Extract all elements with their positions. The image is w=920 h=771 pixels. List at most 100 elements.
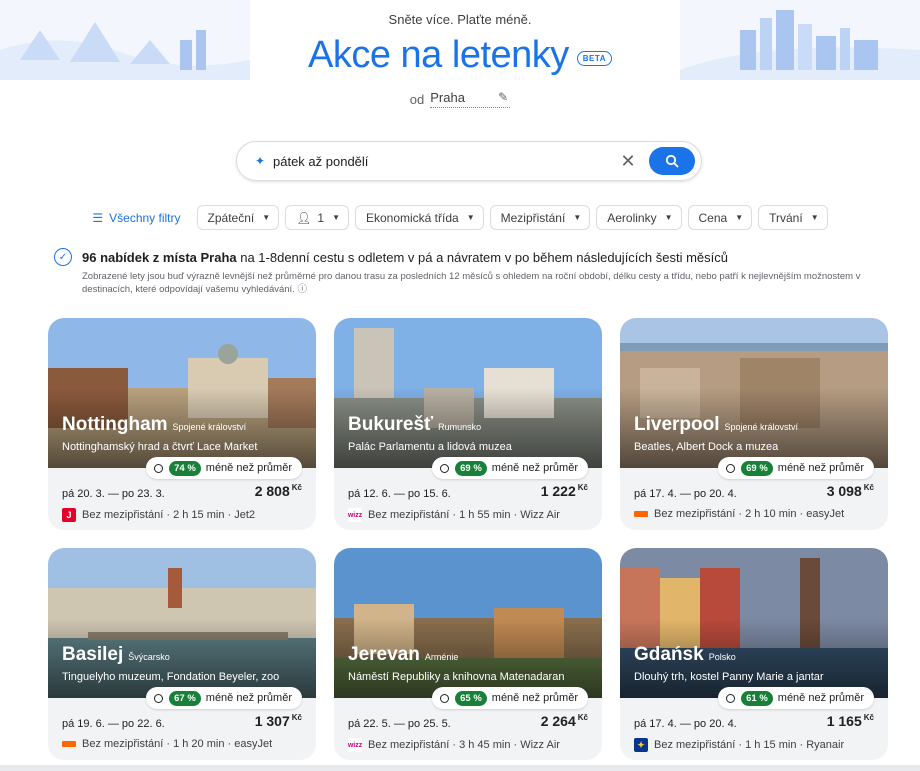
all-filters-button[interactable]: ☰ Všechny filtry — [92, 211, 180, 225]
stops-dropdown[interactable]: Mezipřistání ▼ — [489, 205, 591, 230]
chip-label: Mezipřistání — [500, 210, 566, 225]
currency: Kč — [577, 713, 588, 722]
all-filters-label: Všechny filtry — [109, 210, 181, 225]
chip-label: Aerolinky — [607, 210, 657, 225]
destination-country: Spojené království — [172, 422, 247, 432]
price-value: 1 307 — [254, 713, 290, 729]
flight-details: Bez mezipřistání · 1 h 20 min · easyJet — [82, 738, 273, 750]
airline-logo-icon — [634, 511, 648, 517]
discount-label: méně než průměr — [205, 462, 292, 474]
duration-dropdown[interactable]: Trvání ▼ — [758, 205, 828, 230]
origin-city-field[interactable]: Praha ✎ — [430, 90, 511, 108]
origin-selector[interactable]: od Praha ✎ — [0, 90, 920, 108]
discount-percent: 69 % — [455, 460, 487, 476]
search-button[interactable] — [649, 147, 695, 175]
price-value: 1 165 — [826, 713, 862, 729]
price: 2 808 Kč — [255, 483, 302, 499]
destination-highlights: Beatles, Albert Dock a muzea — [634, 441, 779, 453]
trip-dates: pá 17. 4. — po 20. 4. — [634, 718, 737, 730]
discount-percent: 69 % — [741, 460, 773, 476]
filter-sliders-icon: ☰ — [92, 210, 104, 225]
deal-card[interactable]: Basilej Švýcarsko Tinguelyho muzeum, Fon… — [48, 548, 316, 760]
airline-logo-icon: J — [62, 508, 76, 522]
price-value: 3 098 — [826, 483, 862, 499]
price-value: 1 222 — [540, 483, 576, 499]
airline-logo-icon: wizz — [348, 738, 362, 752]
deal-card[interactable]: Gdańsk Polsko Dlouhý trh, kostel Panny M… — [620, 548, 888, 760]
discount-label: méně než průměr — [491, 692, 578, 704]
results-info: ✓ 96 nabídek z místa Praha na 1-8denní c… — [54, 248, 874, 296]
deals-grid: Nottingham Spojené království Nottingham… — [48, 318, 888, 760]
currency: Kč — [863, 713, 874, 722]
destination-city: Jerevan — [348, 644, 420, 665]
deal-badge: 65 % méně než průměr — [432, 687, 588, 709]
class-dropdown[interactable]: Ekonomická třída ▼ — [354, 205, 484, 230]
chip-label: 1 — [317, 210, 325, 225]
price-dropdown[interactable]: Cena ▼ — [687, 205, 753, 230]
airline-logo-icon: ✦ — [634, 738, 648, 752]
discount-percent: 61 % — [741, 690, 773, 706]
discount-label: méně než průměr — [491, 462, 578, 474]
destination-highlights: Palác Parlamentu a lidová muzea — [348, 441, 512, 453]
deal-card[interactable]: Jerevan Arménie Náměstí Republiky a knih… — [334, 548, 602, 760]
price-value: 2 808 — [254, 483, 290, 499]
deal-badge: 61 % méně než průměr — [718, 687, 874, 709]
result-description: na 1-8denní cestu s odletem v pá a návra… — [236, 249, 729, 265]
result-count: 96 nabídek z místa Praha — [82, 249, 237, 265]
caret-down-icon: ▼ — [466, 213, 475, 222]
trip-dates: pá 19. 6. — po 22. 6. — [62, 718, 165, 730]
summary-text: 96 nabídek z místa Praha na 1-8denní ces… — [82, 250, 728, 265]
beta-badge: BETA — [576, 51, 612, 66]
passengers-dropdown[interactable]: 👤︎ 1 ▼ — [285, 205, 349, 230]
caret-down-icon: ▼ — [735, 213, 744, 222]
caret-down-icon: ▼ — [573, 213, 582, 222]
chip-label: Trvání — [769, 210, 803, 225]
deal-card[interactable]: Liverpool Spojené království Beatles, Al… — [620, 318, 888, 530]
circle-icon — [726, 693, 736, 703]
circle-icon — [440, 463, 450, 473]
trip-type-dropdown[interactable]: Zpáteční ▼ — [196, 205, 280, 230]
circle-icon — [154, 693, 164, 703]
discount-percent: 67 % — [169, 690, 201, 706]
airlines-dropdown[interactable]: Aerolinky ▼ — [596, 205, 682, 230]
destination: Liverpool Spojené království — [634, 414, 798, 436]
price: 3 098 Kč — [827, 483, 874, 499]
deal-badge: 69 % méně než průměr — [432, 457, 588, 479]
trip-dates: pá 17. 4. — po 20. 4. — [634, 488, 737, 500]
destination-country: Rumunsko — [438, 422, 482, 432]
circle-icon — [726, 463, 736, 473]
destination: Jerevan Arménie — [348, 644, 458, 666]
trip-dates: pá 22. 5. — po 25. 5. — [348, 718, 451, 730]
discount-label: méně než průměr — [777, 462, 864, 474]
close-icon[interactable]: ✕ — [615, 151, 641, 172]
currency: Kč — [291, 483, 302, 492]
destination-country: Spojené království — [724, 422, 799, 432]
pencil-icon[interactable]: ✎ — [498, 90, 508, 105]
flight-details: Bez mezipřistání · 2 h 15 min · Jet2 — [82, 509, 256, 521]
search-box[interactable]: ✦ pátek až pondělí ✕ — [236, 141, 702, 181]
destination-city: Basilej — [62, 644, 124, 665]
currency: Kč — [577, 483, 588, 492]
results-disclaimer: Zobrazené lety jsou buď výrazně levnější… — [82, 271, 861, 295]
deal-card[interactable]: Bukurešť Rumunsko Palác Parlamentu a lid… — [334, 318, 602, 530]
price: 1 165 Kč — [827, 713, 874, 729]
caret-down-icon: ▼ — [332, 213, 340, 222]
search-input[interactable]: pátek až pondělí — [273, 154, 615, 169]
deal-card[interactable]: Nottingham Spojené království Nottingham… — [48, 318, 316, 530]
discount-label: méně než průměr — [777, 692, 864, 704]
airline-logo-icon — [62, 741, 76, 747]
flight-details: Bez mezipřistání · 3 h 45 min · Wizz Air — [368, 739, 560, 751]
discount-percent: 65 % — [455, 690, 487, 706]
currency: Kč — [291, 713, 302, 722]
destination: Bukurešť Rumunsko — [348, 414, 481, 436]
flight-info: wizz Bez mezipřistání · 3 h 45 min · Wiz… — [348, 738, 560, 752]
destination-country: Švýcarsko — [128, 652, 170, 662]
person-icon: 👤︎ — [296, 210, 312, 225]
results-summary: ✓ 96 nabídek z místa Praha na 1-8denní c… — [54, 248, 874, 266]
caret-down-icon: ▼ — [262, 213, 271, 222]
destination-city: Nottingham — [62, 414, 168, 435]
destination-highlights: Tinguelyho muzeum, Fondation Beyeler, zo… — [62, 671, 280, 683]
destination: Nottingham Spojené království — [62, 414, 246, 436]
discount-label: méně než průměr — [205, 692, 292, 704]
deal-badge: 67 % méně než průměr — [146, 687, 302, 709]
